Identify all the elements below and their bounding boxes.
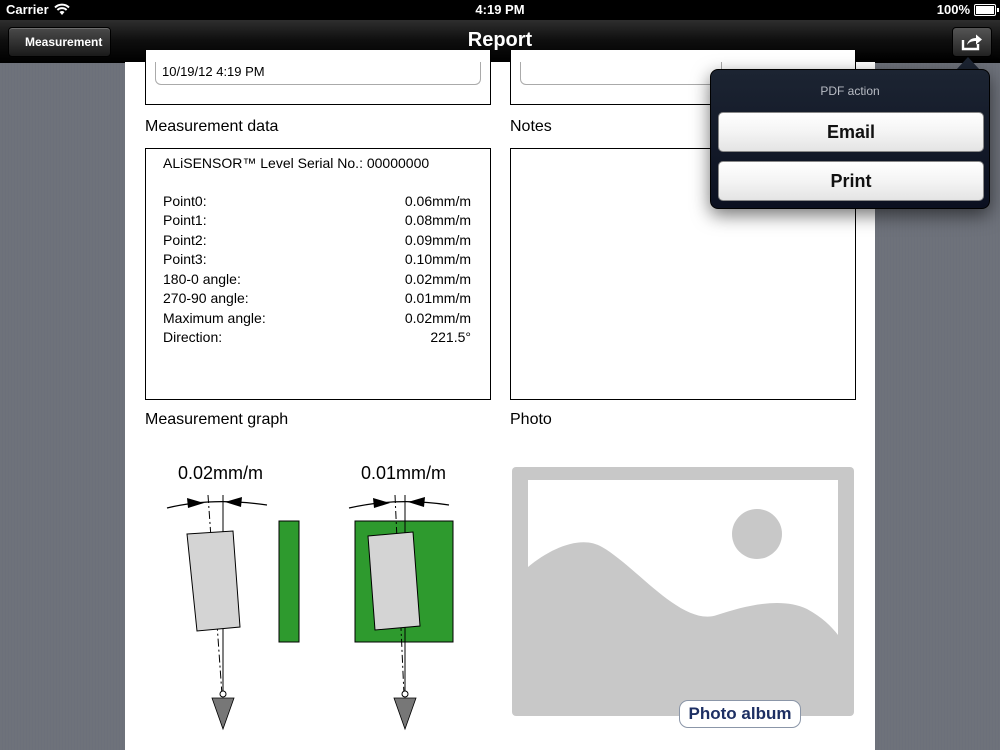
row-value: 0.10mm/m bbox=[404, 251, 471, 267]
popover-title: PDF action bbox=[820, 84, 880, 98]
clock: 4:19 PM bbox=[475, 2, 525, 17]
row-value: 221.5° bbox=[430, 329, 471, 345]
battery-icon bbox=[974, 4, 999, 16]
page-title: Report bbox=[467, 29, 533, 51]
row-value: 0.01mm/m bbox=[404, 290, 471, 306]
date-value: 10/19/12 4:19 PM bbox=[162, 64, 265, 79]
print-button[interactable]: Print bbox=[718, 161, 984, 201]
graph-right-value: 0.01mm/m bbox=[361, 463, 447, 483]
notes-heading: Notes bbox=[510, 118, 552, 135]
row-key: Point0: bbox=[163, 193, 207, 209]
photo-heading: Photo bbox=[510, 411, 552, 428]
level-indicator-bar bbox=[278, 520, 300, 643]
row-value: 0.09mm/m bbox=[404, 232, 471, 248]
share-button[interactable] bbox=[952, 27, 992, 57]
battery-percent: 100% bbox=[936, 2, 970, 17]
signature-field bbox=[520, 62, 722, 85]
photo-placeholder-image bbox=[512, 467, 854, 716]
row-key: Direction: bbox=[163, 329, 223, 345]
row-value: 0.02mm/m bbox=[404, 271, 471, 287]
date-field: 10/19/12 4:19 PM bbox=[155, 62, 481, 85]
measurement-data-heading: Measurement data bbox=[145, 118, 279, 135]
row-value: 0.08mm/m bbox=[404, 212, 471, 228]
row-value: 0.02mm/m bbox=[404, 310, 471, 326]
pdf-action-popover: PDF action Email Print bbox=[710, 69, 990, 209]
share-icon bbox=[961, 34, 982, 51]
row-key: Point3: bbox=[163, 251, 207, 267]
email-button[interactable]: Email bbox=[718, 112, 984, 152]
status-bar: Carrier 4:19 PM 100% bbox=[0, 0, 1000, 20]
row-key: 180-0 angle: bbox=[163, 271, 241, 287]
row-key: Point2: bbox=[163, 232, 207, 248]
measurement-graph bbox=[166, 494, 454, 731]
graph-left-value: 0.02mm/m bbox=[178, 463, 264, 483]
row-value: 0.06mm/m bbox=[404, 193, 471, 209]
row-key: Maximum angle: bbox=[163, 310, 266, 326]
measurement-graph-heading: Measurement graph bbox=[145, 411, 289, 428]
serial-number-text: ALiSENSOR™ Level Serial No.: 00000000 bbox=[163, 155, 430, 171]
photo-album-button[interactable]: Photo album bbox=[679, 700, 801, 728]
row-key: Point1: bbox=[163, 212, 207, 228]
left-level-gauge bbox=[166, 494, 268, 731]
row-key: 270-90 angle: bbox=[163, 290, 249, 306]
right-level-gauge bbox=[348, 494, 454, 731]
